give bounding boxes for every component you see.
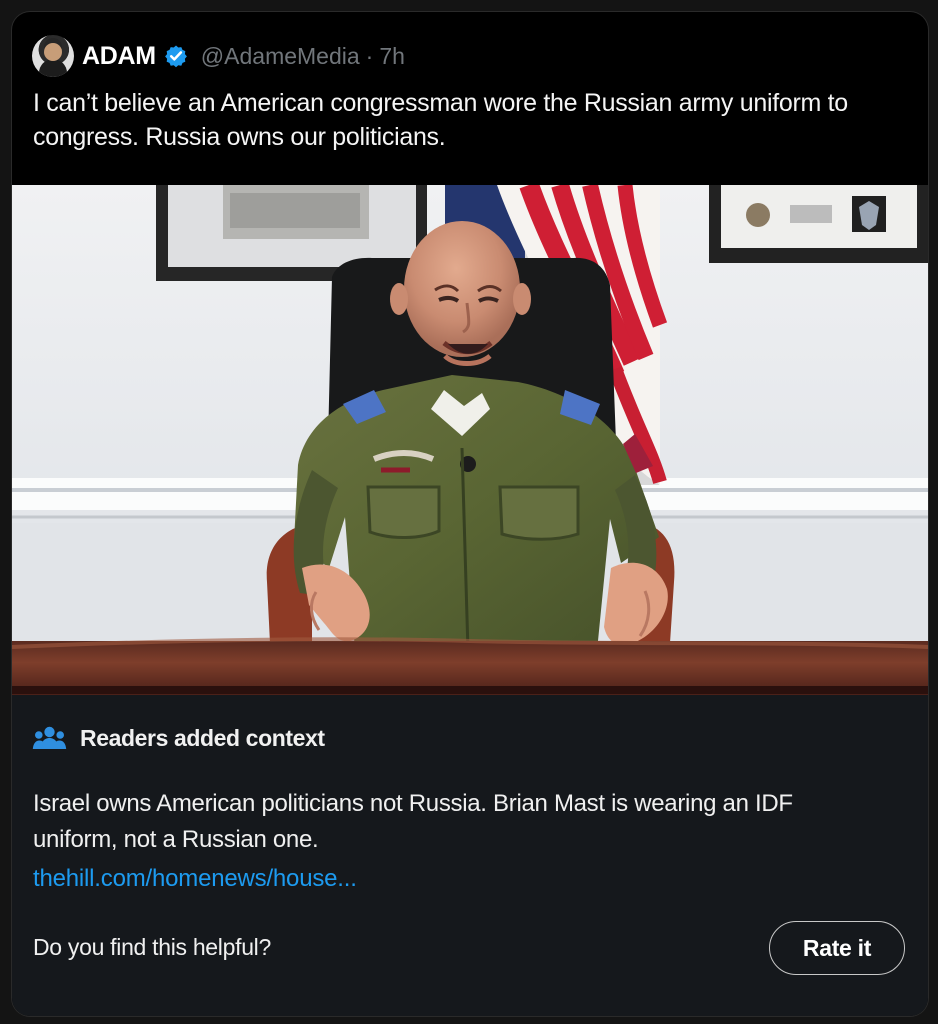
note-source-link[interactable]: thehill.com/homenews/house... — [33, 865, 357, 893]
readers-icon — [32, 726, 67, 749]
verified-badge-icon — [164, 45, 187, 68]
office-photo — [12, 185, 928, 695]
community-note: Readers added context Israel owns Americ… — [12, 695, 928, 1016]
post-time[interactable]: 7h — [379, 43, 405, 70]
helpful-question: Do you find this helpful? — [33, 934, 271, 960]
note-heading-row: Readers added context — [32, 722, 325, 754]
profile-avatar[interactable] — [32, 35, 74, 77]
account-handle[interactable]: @AdameMedia — [201, 43, 360, 70]
metadata-separator: · — [365, 42, 374, 69]
post-header: ADAM @AdameMedia · 7h — [32, 34, 405, 78]
display-name[interactable]: ADAM — [82, 42, 156, 71]
rate-it-button[interactable]: Rate it — [769, 921, 905, 975]
post-text: I can’t believe an American congressman … — [33, 89, 848, 151]
post-image[interactable] — [12, 185, 928, 695]
note-body: Israel owns American politicians not Rus… — [33, 790, 793, 853]
screenshot-frame: ADAM @AdameMedia · 7h I can’t believe an… — [0, 0, 938, 1024]
note-heading: Readers added context — [80, 724, 325, 751]
post-card[interactable]: ADAM @AdameMedia · 7h I can’t believe an… — [12, 12, 928, 1016]
